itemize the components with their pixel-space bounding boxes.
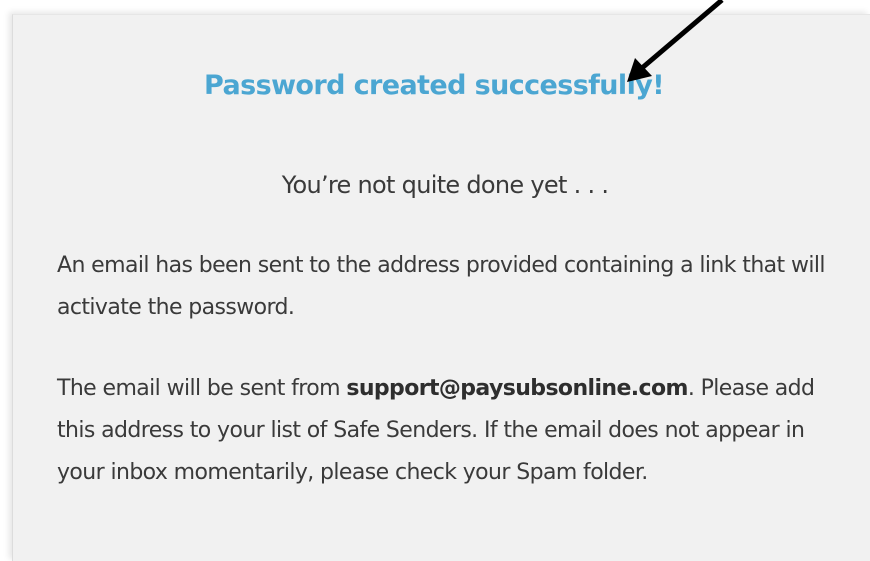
sender-instructions-prefix: The email will be sent from [57,376,347,401]
page-title: Password created successfully! [204,70,665,101]
subtitle: You’re not quite done yet . . . [281,171,609,199]
email-sent-message: An email has been sent to the address pr… [57,253,826,320]
sender-email: support@paysubsonline.com [346,376,688,401]
sender-instructions: The email will be sent from support@pays… [57,368,827,494]
arrow-pointer-icon [627,0,724,82]
